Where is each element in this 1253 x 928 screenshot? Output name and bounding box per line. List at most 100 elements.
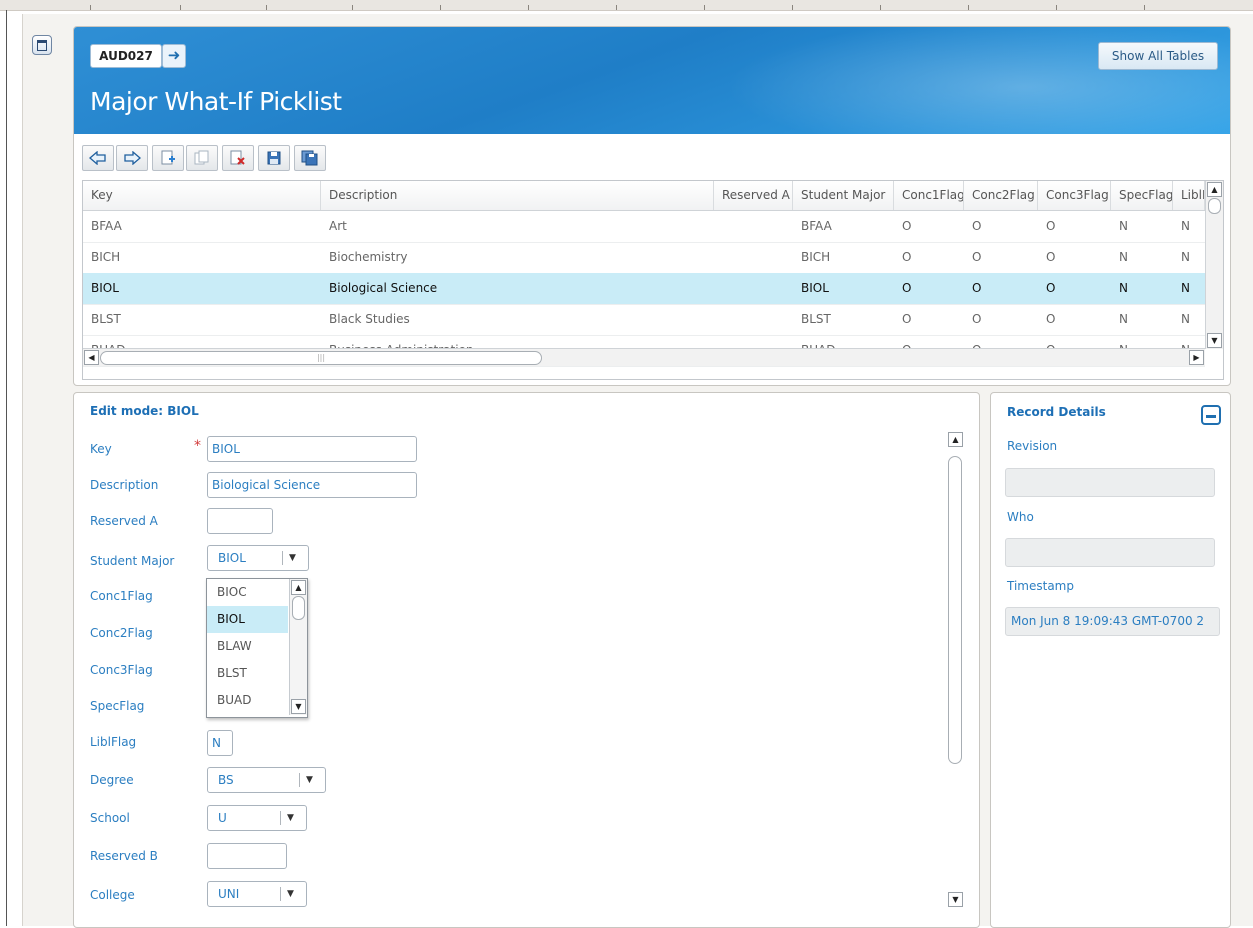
scroll-up-icon[interactable]: ▲ bbox=[948, 432, 963, 447]
table-row[interactable]: BFAA Art BFAA O O O N N bbox=[83, 211, 1205, 243]
scroll-thumb[interactable] bbox=[292, 596, 305, 620]
column-header-specflag[interactable]: SpecFlag bbox=[1111, 181, 1173, 210]
cell-liblflag: N bbox=[1181, 312, 1190, 326]
chevron-down-icon[interactable]: ▼ bbox=[287, 882, 294, 906]
cell-specflag: N bbox=[1119, 312, 1128, 326]
table-code[interactable]: AUD027 bbox=[90, 44, 162, 68]
cell-student-major: BICH bbox=[801, 250, 831, 264]
scroll-up-icon[interactable]: ▲ bbox=[1207, 182, 1222, 197]
dropdown-scrollbar[interactable]: ▲ ▼ bbox=[289, 579, 307, 715]
table-header-row: Key Description Reserved A Student Major… bbox=[83, 181, 1205, 211]
required-star-icon: * bbox=[194, 438, 201, 454]
cell-key: BICH bbox=[91, 250, 121, 264]
student-major-dropdown-list[interactable]: BIOC BIOL BLAW BLST BUAD ▲ ▼ bbox=[206, 578, 308, 718]
reserved-a-field[interactable] bbox=[207, 508, 273, 534]
scroll-down-icon[interactable]: ▼ bbox=[948, 892, 963, 907]
column-header-description[interactable]: Description bbox=[321, 181, 714, 210]
cell-reserved-a bbox=[714, 304, 793, 335]
go-arrow-icon[interactable]: ➜ bbox=[162, 44, 186, 68]
chevron-down-icon[interactable]: ▼ bbox=[287, 806, 294, 830]
column-header-conc2flag[interactable]: Conc2Flag bbox=[964, 181, 1038, 210]
chevron-down-icon[interactable]: ▼ bbox=[289, 546, 296, 570]
scroll-thumb[interactable] bbox=[1208, 198, 1221, 214]
cell-key: BLST bbox=[91, 312, 121, 326]
key-field[interactable]: BIOL bbox=[207, 436, 417, 462]
table-vertical-scrollbar[interactable]: ▲ ▼ bbox=[1205, 181, 1223, 349]
cell-conc3flag: O bbox=[1046, 250, 1056, 264]
table-row-selected[interactable]: BIOL Biological Science BIOL O O O N N bbox=[83, 273, 1205, 305]
edit-vertical-scrollbar[interactable]: ▲ ▼ bbox=[947, 432, 964, 916]
save-all-icon[interactable] bbox=[294, 145, 326, 171]
cell-liblflag: N bbox=[1181, 219, 1190, 233]
copy-record-icon[interactable] bbox=[186, 145, 218, 171]
college-select[interactable]: UNI ▼ bbox=[207, 881, 307, 907]
liblflag-field[interactable]: N bbox=[207, 730, 233, 756]
column-header-student-major[interactable]: Student Major bbox=[793, 181, 894, 210]
cell-conc1flag: O bbox=[902, 281, 912, 295]
student-major-label: Student Major bbox=[90, 554, 175, 568]
reserved-b-field[interactable] bbox=[207, 843, 287, 869]
dropdown-option[interactable]: BLST bbox=[207, 660, 288, 687]
column-header-liblflag[interactable]: LiblFlag bbox=[1173, 181, 1205, 210]
select-separator bbox=[299, 773, 300, 787]
dropdown-option-selected[interactable]: BIOL bbox=[207, 606, 288, 633]
next-arrow-icon[interactable] bbox=[116, 145, 148, 171]
cell-conc3flag: O bbox=[1046, 281, 1056, 295]
description-label: Description bbox=[90, 478, 159, 492]
table-row[interactable]: BICH Biochemistry BICH O O O N N bbox=[83, 242, 1205, 274]
scroll-down-icon[interactable]: ▼ bbox=[291, 699, 306, 714]
dropdown-option[interactable]: BUAD bbox=[207, 687, 288, 714]
degree-value: BS bbox=[218, 773, 234, 787]
student-major-select[interactable]: BIOL ▼ bbox=[207, 545, 309, 571]
who-label: Who bbox=[1007, 510, 1034, 524]
description-field[interactable]: Biological Science bbox=[207, 472, 417, 498]
scroll-thumb[interactable] bbox=[948, 456, 962, 764]
prev-arrow-icon[interactable] bbox=[82, 145, 114, 171]
revision-field bbox=[1005, 468, 1215, 497]
column-header-key[interactable]: Key bbox=[83, 181, 321, 210]
revision-label: Revision bbox=[1007, 439, 1058, 453]
cell-conc3flag: O bbox=[1046, 219, 1056, 233]
dropdown-option[interactable]: BLAW bbox=[207, 633, 288, 660]
scroll-left-icon[interactable]: ◀ bbox=[84, 350, 99, 365]
save-icon[interactable] bbox=[258, 145, 290, 171]
cell-conc2flag: O bbox=[972, 250, 982, 264]
table-horizontal-scrollbar[interactable]: ◀ ||| ▶ bbox=[83, 348, 1205, 366]
key-label: Key bbox=[90, 442, 112, 456]
column-header-conc3flag[interactable]: Conc3Flag bbox=[1038, 181, 1111, 210]
scroll-down-icon[interactable]: ▼ bbox=[1207, 333, 1222, 348]
liblflag-label: LiblFlag bbox=[90, 735, 137, 749]
show-all-tables-button[interactable]: Show All Tables bbox=[1098, 42, 1218, 70]
column-header-reserved-a[interactable]: Reserved A bbox=[714, 181, 793, 210]
cell-conc3flag: O bbox=[1046, 312, 1056, 326]
horizontal-scroll-thumb[interactable]: ||| bbox=[100, 351, 542, 365]
minimize-panel-icon[interactable] bbox=[1201, 405, 1221, 425]
cell-student-major: BLST bbox=[801, 312, 831, 326]
table-row[interactable]: BLST Black Studies BLST O O O N N bbox=[83, 304, 1205, 336]
record-details-panel: Record Details Revision Who Timestamp Mo… bbox=[990, 392, 1231, 928]
scroll-right-icon[interactable]: ▶ bbox=[1189, 350, 1204, 365]
conc3flag-label: Conc3Flag bbox=[90, 663, 153, 677]
cell-conc1flag: O bbox=[902, 312, 912, 326]
degree-select[interactable]: BS ▼ bbox=[207, 767, 326, 793]
edit-mode-title: Edit mode: BIOL bbox=[90, 404, 199, 418]
delete-record-icon[interactable] bbox=[222, 145, 254, 171]
dropdown-option[interactable]: BIOC bbox=[207, 579, 288, 606]
cell-reserved-a bbox=[714, 242, 793, 273]
window-top-strip bbox=[0, 0, 1253, 11]
school-select[interactable]: U ▼ bbox=[207, 805, 307, 831]
cell-description: Art bbox=[329, 219, 347, 233]
chevron-down-icon[interactable]: ▼ bbox=[306, 768, 313, 792]
add-record-icon[interactable] bbox=[152, 145, 184, 171]
cell-conc2flag: O bbox=[972, 312, 982, 326]
collapse-panel-icon[interactable] bbox=[32, 35, 52, 55]
reserved-a-label: Reserved A bbox=[90, 514, 158, 528]
scroll-up-icon[interactable]: ▲ bbox=[291, 580, 306, 595]
who-field bbox=[1005, 538, 1215, 567]
reserved-b-label: Reserved B bbox=[90, 849, 158, 863]
student-major-value: BIOL bbox=[218, 551, 246, 565]
cell-specflag: N bbox=[1119, 219, 1128, 233]
timestamp-field: Mon Jun 8 19:09:43 GMT-0700 2 bbox=[1005, 607, 1220, 636]
column-header-conc1flag[interactable]: Conc1Flag bbox=[894, 181, 964, 210]
cell-conc1flag: O bbox=[902, 250, 912, 264]
